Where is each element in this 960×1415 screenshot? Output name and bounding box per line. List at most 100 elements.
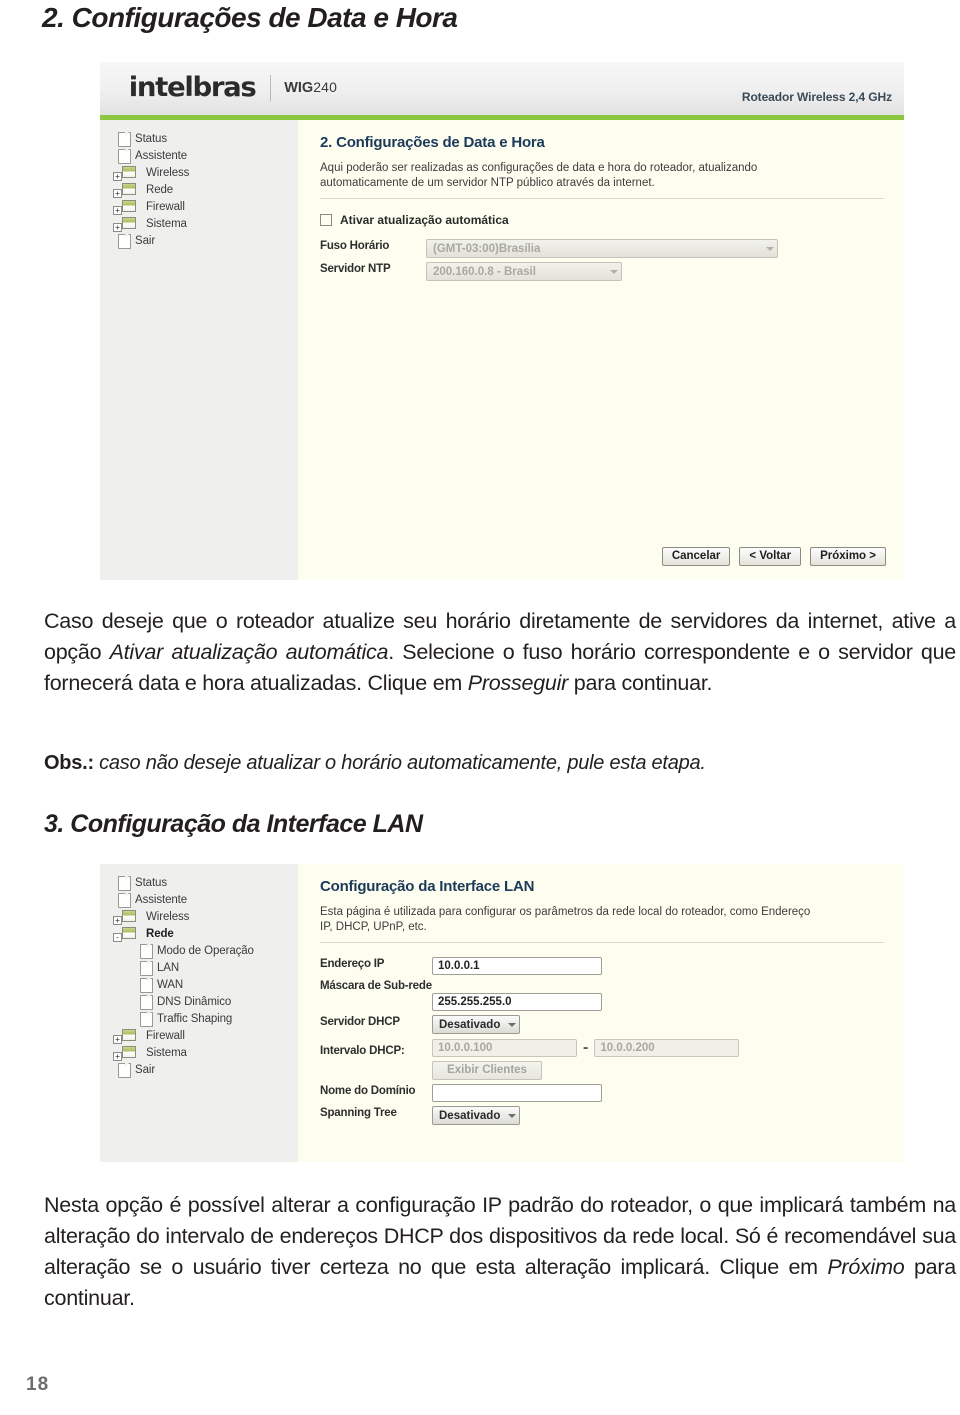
collapse-icon[interactable]: - (113, 932, 122, 942)
dhcp-range-controls: 10.0.0.100 - 10.0.0.200 (432, 1038, 740, 1057)
sidebar-item-status[interactable]: Status (118, 130, 298, 147)
expand-icon[interactable]: + (113, 1034, 122, 1044)
subnet-mask-label: Máscara de Sub-rede (320, 980, 432, 992)
spanning-tree-select[interactable]: Desativado (432, 1106, 520, 1125)
sidebar-item-label: Assistente (135, 893, 188, 906)
obs-label: Obs.: (44, 752, 94, 774)
domain-name-row: Nome do Domínio (320, 1084, 890, 1102)
expand-icon[interactable]: + (113, 1051, 122, 1061)
folder-icon: + (113, 216, 140, 232)
paragraph-lan: Nesta opção é possível alterar a configu… (44, 1190, 956, 1314)
dhcp-range-start-input[interactable]: 10.0.0.100 (432, 1038, 577, 1057)
expand-icon[interactable]: + (113, 205, 122, 215)
domain-name-label: Nome do Domínio (320, 1085, 416, 1097)
brand-logo: intelbras WIG240 (129, 72, 337, 103)
dhcp-range-end-input[interactable]: 10.0.0.200 (594, 1038, 740, 1057)
timezone-row: Fuso Horário (GMT-03:00)Brasília (320, 239, 890, 258)
subnet-mask-input[interactable]: 255.255.255.0 (432, 993, 602, 1011)
sidebar-item-sair[interactable]: Sair (118, 232, 298, 249)
panel-datetime: 2. Configurações de Data e Hora Aqui pod… (298, 120, 904, 580)
spanning-tree-label: Spanning Tree (320, 1107, 397, 1119)
navigation-tree: Status Assistente + Wireless - Rede Modo de Op… (113, 874, 298, 1078)
sidebar-item-wan[interactable]: WAN (118, 976, 298, 993)
chevron-down-icon (508, 1113, 516, 1118)
show-clients-button[interactable]: Exibir Clientes (432, 1061, 542, 1080)
ip-address-label: Endereço IP (320, 958, 385, 970)
timezone-value: (GMT-03:00)Brasília (433, 243, 541, 255)
paragraph-observation: Obs.: caso não deseje atualizar o horári… (44, 748, 956, 779)
auto-update-checkbox[interactable] (320, 214, 332, 226)
sidebar-item-sistema[interactable]: + Sistema (113, 215, 298, 232)
chevron-down-icon (508, 1022, 516, 1027)
back-button[interactable]: < Voltar (739, 547, 802, 566)
sidebar-item-firewall[interactable]: + Firewall (113, 198, 298, 215)
para2-part-a: Nesta opção é possível alterar a configu… (44, 1193, 956, 1279)
folder-icon: + (113, 1045, 140, 1061)
sidebar-item-assistente[interactable]: Assistente (118, 147, 298, 164)
para1-emphasis-1: Ativar atualização automática (109, 640, 389, 664)
cancel-button[interactable]: Cancelar (661, 547, 731, 566)
folder-glyph (122, 199, 136, 212)
section-heading-2: 2. Configurações de Data e Hora (42, 2, 458, 33)
para1-emphasis-2: Prosseguir (467, 671, 569, 695)
sidebar-item-firewall[interactable]: + Firewall (113, 1027, 298, 1044)
folder-icon: + (113, 199, 140, 215)
dhcp-server-select[interactable]: Desativado (432, 1015, 520, 1034)
sidebar-item-label: Sistema (146, 1046, 187, 1059)
dhcp-range-label: Intervalo DHCP: (320, 1045, 405, 1057)
ntp-server-row: Servidor NTP 200.160.0.8 - Brasil (320, 262, 890, 281)
panel-title: 2. Configurações de Data e Hora (320, 134, 545, 151)
subnet-mask-row: Máscara de Sub-rede 255.255.255.0 (320, 979, 890, 1011)
expand-icon[interactable]: + (113, 188, 122, 198)
sidebar-item-dns-din-mico[interactable]: DNS Dinâmico (118, 993, 298, 1010)
sidebar-item-rede[interactable]: - Rede (113, 925, 298, 942)
document-icon (118, 234, 131, 249)
sidebar-item-assistente[interactable]: Assistente (118, 891, 298, 908)
folder-glyph (122, 182, 136, 195)
sidebar-item-lan[interactable]: LAN (118, 959, 298, 976)
sidebar-item-sair[interactable]: Sair (118, 1061, 298, 1078)
timezone-label: Fuso Horário (320, 240, 390, 252)
spanning-tree-value: Desativado (439, 1110, 501, 1122)
header-device-type: Roteador Wireless 2,4 GHz (741, 90, 892, 104)
sidebar-item-modo-de-opera-o[interactable]: Modo de Operação (118, 942, 298, 959)
ntp-server-select[interactable]: 200.160.0.8 - Brasil (426, 262, 622, 281)
sidebar-item-traffic-shaping[interactable]: Traffic Shaping (118, 1010, 298, 1027)
sidebar-item-wireless[interactable]: + Wireless (113, 908, 298, 925)
sidebar-item-rede[interactable]: + Rede (113, 181, 298, 198)
chevron-down-icon (610, 269, 618, 274)
expand-icon[interactable]: + (113, 171, 122, 181)
manual-page: 2. Configurações de Data e Hora intelbra… (0, 0, 960, 1415)
expand-icon[interactable]: + (113, 915, 122, 925)
dhcp-server-label: Servidor DHCP (320, 1016, 400, 1028)
chevron-down-icon (766, 246, 774, 251)
folder-glyph (122, 909, 136, 922)
document-icon (118, 132, 131, 147)
folder-glyph (122, 216, 136, 229)
sidebar-item-label: WAN (157, 978, 184, 991)
screenshot-datetime-settings: intelbras WIG240 Roteador Wireless 2,4 G… (100, 62, 904, 580)
sidebar-item-label: Rede (146, 183, 174, 196)
sidebar-item-wireless[interactable]: + Wireless (113, 164, 298, 181)
document-icon (140, 944, 153, 959)
sidebar-item-label: Sair (135, 234, 156, 247)
timezone-select[interactable]: (GMT-03:00)Brasília (426, 239, 778, 258)
next-button[interactable]: Próximo > (810, 547, 886, 566)
expand-icon[interactable]: + (113, 222, 122, 232)
ip-address-input[interactable]: 10.0.0.1 (432, 957, 602, 975)
folder-icon: + (113, 182, 140, 198)
document-icon (140, 978, 153, 993)
sidebar-item-status[interactable]: Status (118, 874, 298, 891)
auto-update-label: Ativar atualização automática (340, 213, 509, 227)
auto-update-checkbox-row[interactable]: Ativar atualização automática (320, 213, 890, 227)
domain-name-input[interactable] (432, 1084, 602, 1102)
para2-emphasis: Próximo (827, 1255, 905, 1279)
sidebar-item-sistema[interactable]: + Sistema (113, 1044, 298, 1061)
document-icon (140, 995, 153, 1010)
dhcp-server-value: Desativado (439, 1019, 501, 1031)
sidebar-item-label: Wireless (146, 910, 190, 923)
obs-text: caso não deseje atualizar o horário auto… (93, 752, 706, 774)
folder-glyph (122, 165, 136, 178)
datetime-form: Fuso Horário (GMT-03:00)Brasília Servido… (320, 239, 890, 281)
dhcp-server-row: Servidor DHCP Desativado (320, 1015, 890, 1034)
